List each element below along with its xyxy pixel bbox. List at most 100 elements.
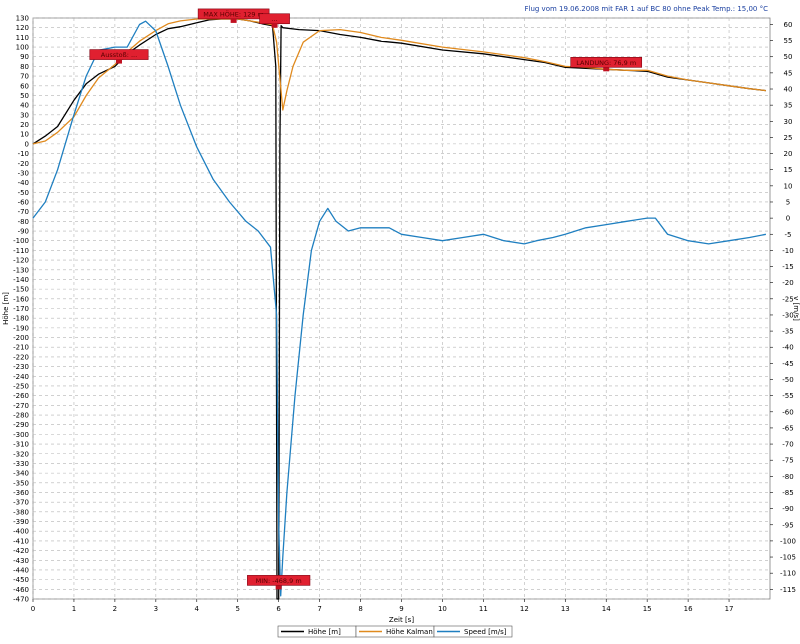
x-tick-label: 13 [561,605,570,613]
y-right-tick-label: 20 [784,150,793,158]
annotation-marker [115,59,122,64]
x-tick-label: 5 [235,605,239,613]
y-left-tick-label: 50 [20,92,29,100]
y-left-tick-label: -350 [13,479,29,487]
y-left-tick-label: -330 [13,460,29,468]
y-left-tick-label: -220 [13,353,29,361]
y-left-tick-label: -180 [13,315,29,323]
annotation-label: ... [271,15,277,23]
y-right-tick-label: 15 [784,166,793,174]
y-left-tick-label: -280 [13,412,29,420]
y-left-tick-label: -30 [18,169,29,177]
chart-root: 0 1 2 3 4 5 6 7 8 9 10 11 12 13 14 15 16 17 130 120 110 100 90… [0,0,800,640]
y-right-tick-label: -55 [782,392,793,400]
y-left-tick-label: -450 [13,576,29,584]
annotation-marker [275,585,282,590]
y-left-tick-label: -310 [13,441,29,449]
y-right-tick-label: 50 [784,53,793,61]
y-left-tick-label: -190 [13,324,29,332]
y-left-tick-label: -90 [18,228,29,236]
x-tick-label: 12 [520,605,529,613]
y-left-tick-label: -110 [13,247,29,255]
x-tick-label: 6 [276,605,281,613]
y-left-tick-label: -120 [13,257,29,265]
legend-label: Höhe [m] [308,628,341,636]
y-left-tick-label: -230 [13,363,29,371]
chart-svg: 0 1 2 3 4 5 6 7 8 9 10 11 12 13 14 15 16 1713012011010090… [2,5,800,638]
y-right-tick-label: -35 [782,328,793,336]
y-left-tick-label: -210 [13,344,29,352]
y-right-tick-label: -70 [782,441,793,449]
y-left-tick-label: -260 [13,392,29,400]
y-right-tick-label: -15 [782,263,793,271]
y-right-tick-label: -110 [780,570,796,578]
y-left-tick-label: 60 [20,82,29,90]
y-left-tick-label: 40 [20,102,29,110]
y-right-tick-label: 10 [784,182,793,190]
y-left-tick-label: -380 [13,508,29,516]
x-tick-label: 3 [154,605,158,613]
chart-title: Flug vom 19.06.2008 mit FAR 1 auf BC 80 … [524,5,768,13]
y-left-tick-label: -160 [13,295,29,303]
y-left-tick-label: 0 [25,140,29,148]
y-left-tick-label: -370 [13,499,29,507]
y-left-tick-label: -430 [13,557,29,565]
y-left-tick-label: 80 [20,63,29,71]
legend-label: Speed [m/s] [464,628,507,636]
x-tick-label: 14 [602,605,611,613]
y-left-tick-label: -400 [13,528,29,536]
y-left-tick-label: -420 [13,547,29,555]
y-right-axis-label: v [m/s] [792,296,800,321]
y-right-tick-label: 60 [784,21,793,29]
y-right-tick-label: 5 [786,198,790,206]
y-right-tick-label: -80 [782,473,793,481]
y-left-tick-label: -100 [13,237,29,245]
y-left-tick-label: 20 [20,121,29,129]
y-left-tick-label: 100 [16,44,29,52]
y-right-tick-label: -115 [780,586,796,594]
y-left-tick-label: 10 [20,131,29,139]
y-right-tick-label: -20 [782,279,793,287]
y-left-tick-label: -410 [13,537,29,545]
y-right-tick-label: -105 [780,554,796,562]
y-right-tick-label: 30 [784,118,793,126]
y-left-tick-label: -80 [18,218,29,226]
y-right-tick-label: -40 [782,344,793,352]
x-tick-label: 0 [31,605,35,613]
annotation-marker [230,18,237,23]
y-left-tick-label: 110 [16,34,29,42]
x-tick-label: 1 [72,605,76,613]
y-right-tick-label: -90 [782,505,793,513]
y-left-tick-label: -300 [13,431,29,439]
x-tick-label: 15 [643,605,652,613]
y-left-tick-label: -10 [18,150,29,158]
y-right-tick-label: -50 [782,376,793,384]
y-right-tick-label: -10 [782,247,793,255]
y-left-tick-label: -320 [13,450,29,458]
y-left-tick-label: 70 [20,73,29,81]
annotation-marker [271,23,278,28]
annotation-label: Ausstoß: ... [101,51,137,59]
y-left-tick-label: -340 [13,470,29,478]
y-left-tick-label: -50 [18,189,29,197]
y-right-tick-label: 55 [784,37,793,45]
annotation-label: MIN: -468,9 m [256,577,302,585]
annotation-label: LANDUNG: 76,9 m [576,59,636,67]
y-left-tick-label: -60 [18,198,29,206]
y-left-tick-label: -250 [13,382,29,390]
y-right-tick-label: -5 [785,231,792,239]
y-left-tick-label: -460 [13,586,29,594]
annotation-marker [603,67,610,72]
x-tick-label: 10 [438,605,447,613]
y-right-tick-label: 35 [784,102,793,110]
y-left-tick-label: -390 [13,518,29,526]
y-left-tick-label: -150 [13,286,29,294]
y-left-tick-label: 30 [20,111,29,119]
y-right-tick-label: 0 [786,215,790,223]
y-left-tick-label: -440 [13,566,29,574]
y-right-tick-label: -100 [780,537,796,545]
y-right-tick-label: 25 [784,134,793,142]
x-tick-label: 16 [684,605,693,613]
y-right-tick-label: -95 [782,521,793,529]
x-axis-label: Zeit [s] [389,616,414,624]
